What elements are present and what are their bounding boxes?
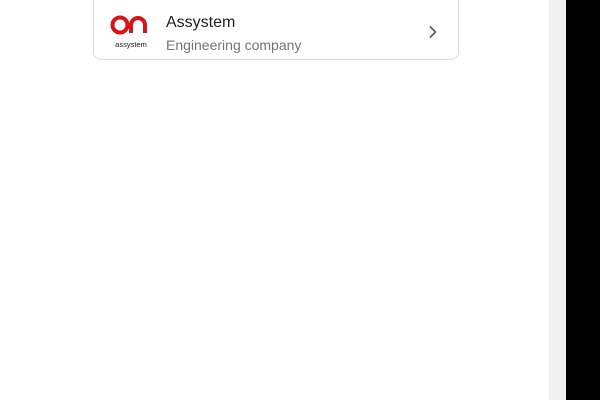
scrollbar-track[interactable]	[549, 0, 566, 400]
assystem-logo: assystem	[110, 15, 147, 49]
logo-wordmark: assystem	[115, 40, 147, 49]
page: assystem Assystem Engineering company	[0, 0, 600, 400]
window-edge	[566, 0, 600, 400]
result-subtitle: Engineering company	[166, 37, 302, 53]
result-card-assystem[interactable]: assystem Assystem Engineering company	[93, 0, 459, 60]
result-title: Assystem	[166, 14, 236, 31]
results-panel: assystem Assystem Engineering company	[0, 0, 549, 400]
logo-mark	[110, 15, 147, 35]
chevron-right-icon[interactable]	[425, 24, 441, 40]
